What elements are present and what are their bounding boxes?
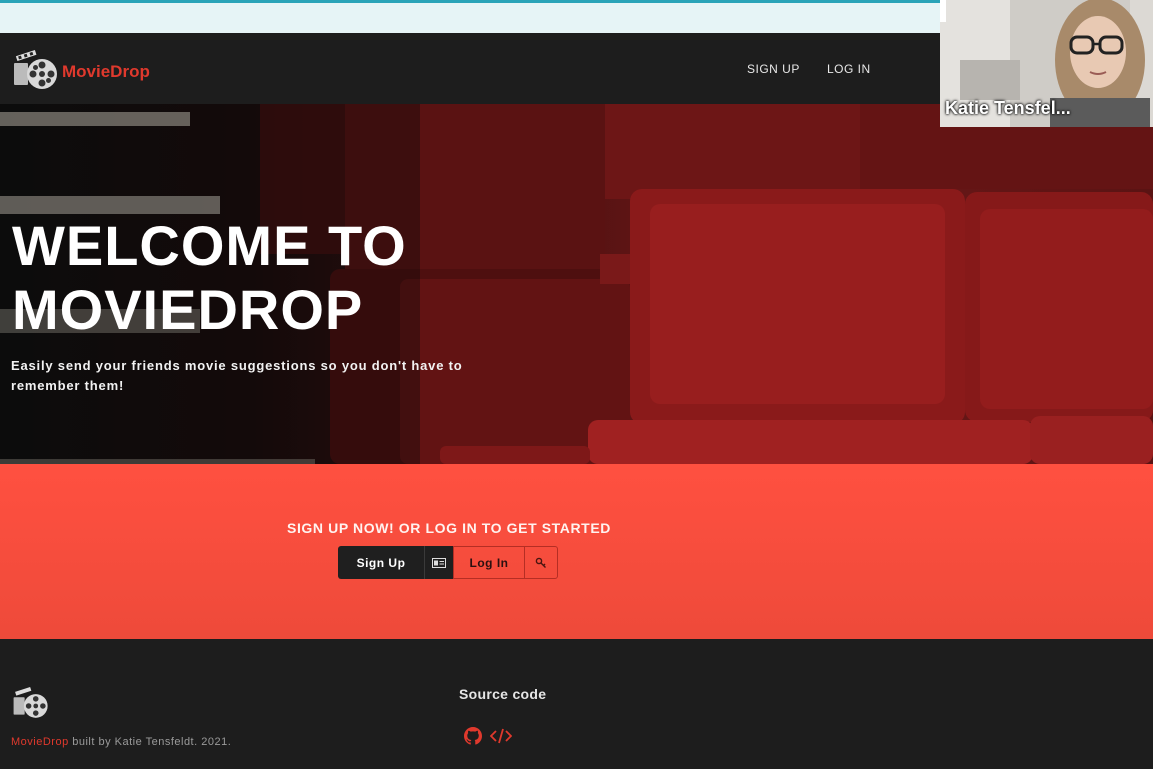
footer-credit-text: built by Katie Tensfeldt. 2021.	[72, 736, 232, 748]
nav-login-link[interactable]: LOG IN	[827, 62, 871, 76]
video-call-tile[interactable]: Katie Tensfel...	[940, 0, 1153, 127]
footer-brand-link[interactable]: MovieDrop	[11, 736, 69, 748]
brand-name: MovieDrop	[62, 61, 150, 81]
hero-subtitle: Easily send your friends movie suggestio…	[11, 358, 463, 393]
github-icon[interactable]	[464, 727, 482, 750]
code-icon[interactable]	[489, 728, 513, 749]
navbar: MovieDrop SIGN UP LOG IN	[0, 33, 940, 104]
login-button[interactable]: Log In	[453, 546, 558, 579]
hero-banner: WELCOME TO MOVIEDROP Easily send your fr…	[0, 104, 1153, 464]
cta-button-group: Sign Up Log In	[338, 546, 558, 579]
footer-credit: MovieDrop built by Katie Tensfeldt. 2021…	[11, 736, 231, 748]
login-button-label: Log In	[469, 555, 509, 570]
id-card-icon	[424, 546, 453, 579]
signup-button-label: Sign Up	[356, 555, 406, 570]
brand-link[interactable]: MovieDrop	[12, 45, 150, 98]
cta-heading: SIGN UP NOW! OR LOG IN TO GET STARTED	[287, 520, 611, 536]
browser-address-strip	[0, 0, 940, 33]
source-code-links	[464, 727, 513, 750]
footer: MovieDrop built by Katie Tensfeldt. 2021…	[0, 639, 1153, 769]
screen: MovieDrop SIGN UP LOG IN WELCOME TO MOVI…	[0, 0, 1153, 769]
signup-button[interactable]: Sign Up	[338, 546, 453, 579]
hero-title: WELCOME TO MOVIEDROP	[12, 214, 407, 341]
cta-section: SIGN UP NOW! OR LOG IN TO GET STARTED Si…	[0, 464, 1153, 639]
participant-name: Katie Tensfel...	[945, 98, 1071, 118]
source-code-heading: Source code	[459, 686, 547, 702]
nav-signup-link[interactable]: SIGN UP	[747, 62, 800, 76]
film-reel-logo-icon	[12, 45, 60, 98]
footer-film-reel-icon	[12, 683, 50, 726]
key-icon	[524, 547, 557, 578]
